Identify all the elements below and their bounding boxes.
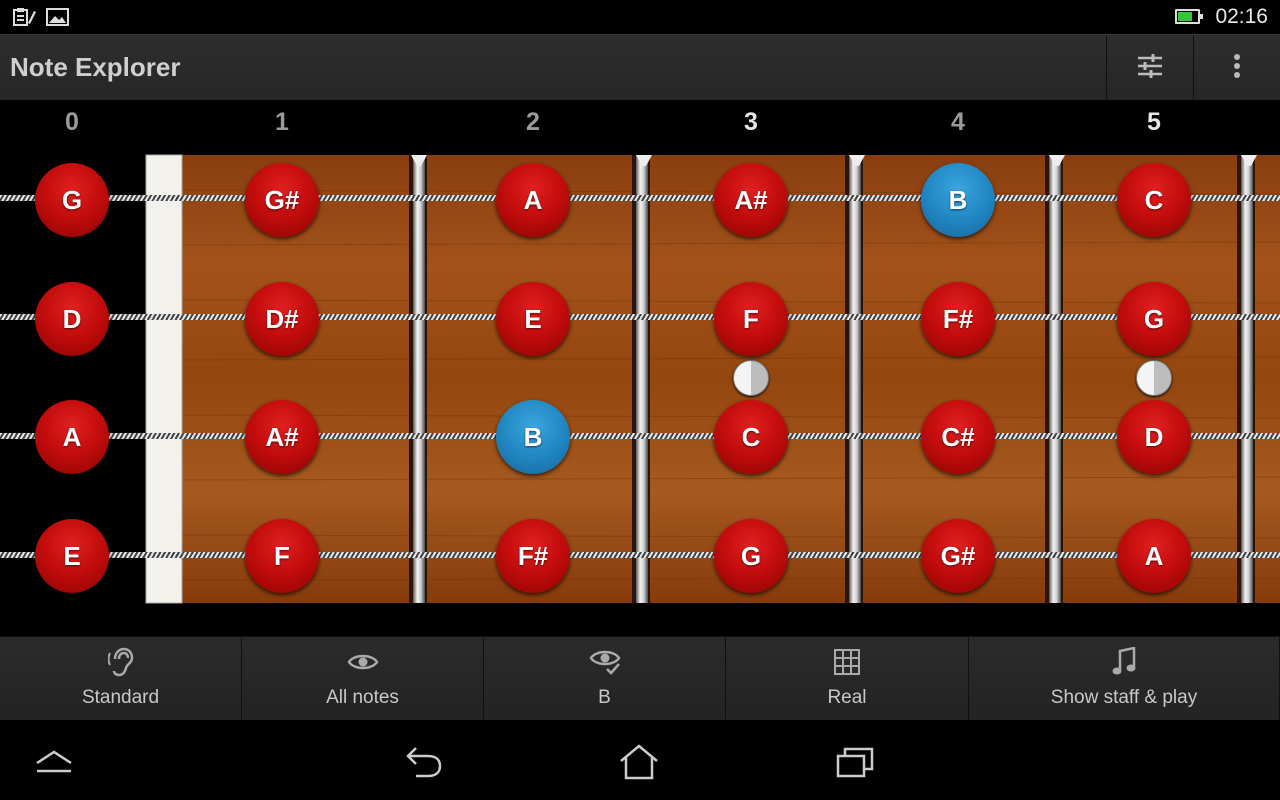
tool-label: Show staff & play xyxy=(1050,687,1198,708)
note-marker[interactable]: F# xyxy=(921,282,995,356)
note-marker[interactable]: A xyxy=(496,163,570,237)
note-marker[interactable]: G xyxy=(714,519,788,593)
tool-label: All notes xyxy=(326,687,399,708)
tuning-standard-button[interactable]: Standard xyxy=(0,637,242,721)
note-marker[interactable]: C xyxy=(714,400,788,474)
note-marker[interactable]: G xyxy=(1117,282,1191,356)
app-bar: Note Explorer xyxy=(0,34,1280,101)
string-line-d xyxy=(0,314,1280,320)
battery-level xyxy=(1178,12,1192,21)
fretboard[interactable]: G G# A A# B C D D# E F F# G A A# B C C# D E F F# G G# A xyxy=(0,150,1280,612)
recent-apps-icon xyxy=(835,746,875,783)
note-filter-button[interactable]: B xyxy=(484,637,726,721)
fret-number: 2 xyxy=(526,108,540,136)
note-marker[interactable]: A# xyxy=(245,400,319,474)
clock: 02:16 xyxy=(1215,5,1268,28)
tool-label: B xyxy=(598,687,611,708)
notification-icons xyxy=(12,7,70,32)
eye-check-icon xyxy=(589,645,621,679)
fret-number: 0 xyxy=(65,108,79,136)
note-marker[interactable]: G# xyxy=(245,163,319,237)
back-button[interactable] xyxy=(394,744,454,784)
show-staff-play-button[interactable]: Show staff & play xyxy=(969,637,1280,721)
string-line-g xyxy=(0,195,1280,201)
menu-up-icon xyxy=(34,749,74,780)
note-marker[interactable]: E xyxy=(496,282,570,356)
string-line-e xyxy=(0,552,1280,558)
note-marker[interactable]: F xyxy=(714,282,788,356)
bottom-toolbar: Standard All notes B Real Show staff & p… xyxy=(0,636,1280,721)
fretboard-wood xyxy=(145,154,1280,604)
fret-number: 4 xyxy=(951,108,965,136)
tune-settings-button[interactable] xyxy=(1106,35,1193,101)
fret-number: 3 xyxy=(744,108,758,136)
note-marker[interactable]: A xyxy=(35,400,109,474)
music-note-icon xyxy=(1111,645,1137,679)
back-icon xyxy=(404,746,444,783)
note-marker[interactable]: E xyxy=(35,519,109,593)
note-marker[interactable]: C# xyxy=(921,400,995,474)
note-marker[interactable]: D xyxy=(1117,400,1191,474)
menu-up-button[interactable] xyxy=(24,744,84,784)
overflow-menu-icon xyxy=(1233,53,1241,84)
app-title: Note Explorer xyxy=(10,52,181,82)
system-nav-bar xyxy=(0,720,1280,800)
status-bar: 02:16 xyxy=(0,0,1280,34)
image-icon xyxy=(46,7,70,32)
fret-number: 5 xyxy=(1147,108,1161,136)
note-marker[interactable]: B xyxy=(921,163,995,237)
note-marker[interactable]: A xyxy=(1117,519,1191,593)
note-marker[interactable]: D xyxy=(35,282,109,356)
tool-label: Standard xyxy=(81,687,160,708)
ear-icon xyxy=(107,645,134,679)
note-marker[interactable]: F# xyxy=(496,519,570,593)
home-icon xyxy=(619,743,659,785)
all-notes-button[interactable]: All notes xyxy=(242,637,484,721)
note-marker[interactable]: G xyxy=(35,163,109,237)
note-marker[interactable]: G# xyxy=(921,519,995,593)
battery-icon xyxy=(1175,9,1203,24)
string-line-a xyxy=(0,433,1280,439)
note-marker[interactable]: F xyxy=(245,519,319,593)
eye-icon xyxy=(347,645,379,679)
recent-apps-button[interactable] xyxy=(825,744,885,784)
fret-inlay-marker xyxy=(1136,360,1172,396)
overflow-menu-button[interactable] xyxy=(1193,35,1280,101)
tune-settings-icon xyxy=(1136,53,1164,84)
note-marker[interactable]: A# xyxy=(714,163,788,237)
home-button[interactable] xyxy=(609,743,669,785)
note-marker[interactable]: B xyxy=(496,400,570,474)
note-marker[interactable]: D# xyxy=(245,282,319,356)
note-marker[interactable]: C xyxy=(1117,163,1191,237)
grid-icon xyxy=(833,645,861,679)
tool-label: Real xyxy=(827,687,867,708)
fret-inlay-marker xyxy=(733,360,769,396)
view-mode-button[interactable]: Real xyxy=(726,637,969,721)
fret-number-row: 0 1 2 3 4 5 xyxy=(0,100,1280,150)
fret-number: 1 xyxy=(275,108,289,136)
clipboard-pen-icon xyxy=(12,7,36,32)
